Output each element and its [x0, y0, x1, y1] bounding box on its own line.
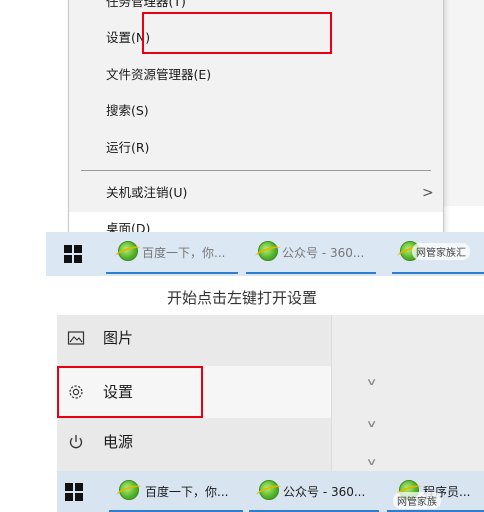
taskbar-button-label: 公众号 - 360...: [283, 485, 366, 499]
taskbar-button-label: 百度一下，你...: [145, 485, 229, 499]
watermark-label: 网管家族: [393, 492, 441, 509]
highlight-box-settings: [142, 12, 332, 54]
start-item-label: 电源: [103, 433, 134, 451]
menu-item-label: 搜索(S): [106, 103, 149, 118]
top-screenshot: 任务管理器(T) 设置(N) 文件资源管理器(E) 搜索(S) 运行(R) 关机…: [46, 0, 484, 278]
taskbar-button-browser-1[interactable]: 百度一下，你...: [106, 234, 238, 274]
browser-icon: [118, 241, 138, 261]
chevron-right-icon: >: [422, 185, 434, 201]
highlight-box-settings: [57, 366, 203, 418]
menu-item-shutdown[interactable]: 关机或注销(U) >: [69, 176, 443, 210]
menu-item-search[interactable]: 搜索(S): [69, 94, 443, 128]
taskbar-button-label: 公众号 - 360...: [282, 246, 365, 260]
menu-item-label: 文件资源管理器(E): [106, 67, 212, 82]
start-item-pictures[interactable]: 图片: [57, 315, 331, 361]
taskbar-button-browser-3[interactable]: 网管家族汇: [392, 234, 484, 274]
windows-start-icon[interactable]: [65, 483, 83, 501]
desktop-area-right: [442, 0, 484, 206]
menu-item-file-explorer[interactable]: 文件资源管理器(E): [69, 58, 443, 92]
bottom-screenshot: 图片 设置 电源 ∨ ∨ ∨ 百度一下，你... 公众号 - 360... 程序…: [57, 315, 484, 512]
start-menu-tiles-area: ∨ ∨ ∨: [331, 315, 484, 471]
taskbar-button-label: 百度一下，你...: [142, 246, 226, 260]
chevron-down-icon[interactable]: ∨: [366, 457, 378, 468]
watermark-label: 网管家族汇: [412, 243, 470, 260]
taskbar-button-browser-3[interactable]: 程序员... 网管家族: [387, 472, 484, 512]
menu-item-label: 运行(R): [106, 140, 150, 155]
taskbar-button-browser-1[interactable]: 百度一下，你...: [109, 472, 243, 512]
taskbar-button-browser-2[interactable]: 公众号 - 360...: [249, 472, 379, 512]
start-item-power[interactable]: 电源: [57, 419, 331, 465]
taskbar: 百度一下，你... 公众号 - 360... 程序员... 网管家族: [57, 471, 484, 512]
image-icon: [67, 329, 85, 347]
taskbar-button-browser-2[interactable]: 公众号 - 360...: [246, 234, 376, 274]
menu-item-label: 关机或注销(U): [106, 185, 188, 200]
browser-icon: [258, 241, 278, 261]
caption: 开始点击左键打开设置: [166, 289, 317, 307]
taskbar: 百度一下，你... 公众号 - 360... 网管家族汇: [46, 232, 484, 276]
start-item-label: 图片: [103, 329, 134, 347]
windows-start-icon[interactable]: [64, 245, 82, 263]
menu-divider: [81, 170, 431, 171]
browser-icon: [259, 480, 279, 500]
menu-item-run[interactable]: 运行(R): [69, 131, 443, 165]
power-icon: [67, 433, 85, 451]
chevron-down-icon[interactable]: ∨: [366, 377, 378, 388]
chevron-down-icon[interactable]: ∨: [366, 419, 378, 430]
browser-icon: [119, 480, 139, 500]
desktop-area-left: [46, 0, 68, 206]
